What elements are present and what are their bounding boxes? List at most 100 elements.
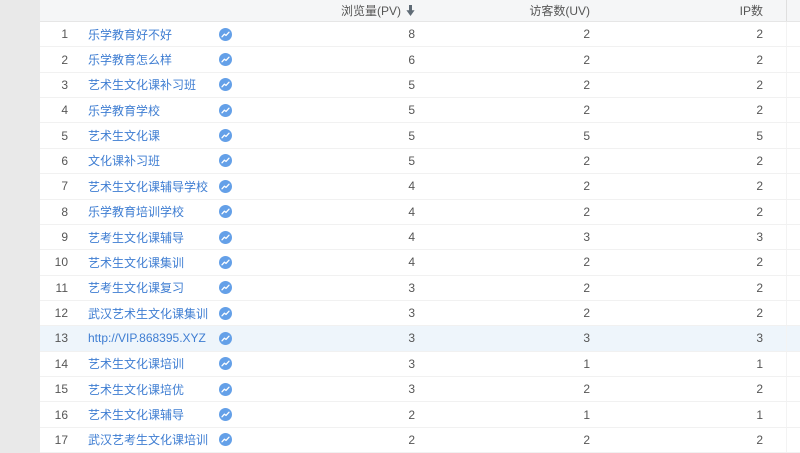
pv-value: 6: [237, 53, 415, 67]
trend-chart-icon[interactable]: [219, 129, 232, 142]
pv-header-label: 浏览量(PV): [341, 2, 401, 19]
keyword-link[interactable]: 艺术生文化课培训: [88, 357, 184, 371]
keyword-link[interactable]: 武汉艺考生文化课培训: [88, 433, 208, 447]
column-divider: [763, 174, 787, 198]
table-row: 13 http://VIP.868395.XYZ 3 3 3: [40, 326, 800, 351]
ip-value: 2: [590, 255, 763, 269]
column-divider: [763, 149, 787, 173]
keyword-link[interactable]: 艺术生文化课集训: [88, 256, 184, 270]
ip-value: 3: [590, 230, 763, 244]
ip-value: 2: [590, 382, 763, 396]
keyword-link[interactable]: 艺考生文化课复习: [88, 281, 184, 295]
trend-chart-icon[interactable]: [219, 408, 232, 421]
uv-value: 2: [415, 78, 590, 92]
trend-chart-icon[interactable]: [219, 205, 232, 218]
table-row: 5 艺术生文化课 5 5 5: [40, 123, 800, 148]
ip-value: 2: [590, 205, 763, 219]
row-index: 14: [40, 357, 68, 371]
keyword-link[interactable]: 艺考生文化课辅导: [88, 231, 184, 245]
trend-chart-icon[interactable]: [219, 256, 232, 269]
ip-value: 2: [590, 103, 763, 117]
trend-chart-icon[interactable]: [219, 383, 232, 396]
table-row: 1 乐学教育好不好 8 2 2: [40, 22, 800, 47]
trend-chart-icon[interactable]: [219, 281, 232, 294]
ip-value: 1: [590, 408, 763, 422]
trend-chart-icon[interactable]: [219, 433, 232, 446]
column-divider: [763, 326, 787, 350]
column-header-uv[interactable]: 访客数(UV): [415, 2, 590, 19]
pv-value: 4: [237, 230, 415, 244]
keyword-link[interactable]: http://VIP.868395.XYZ: [88, 331, 206, 345]
table-row: 17 武汉艺考生文化课培训 2 2 2: [40, 428, 800, 453]
keyword-link[interactable]: 乐学教育怎么样: [88, 53, 172, 67]
trend-chart-icon[interactable]: [219, 154, 232, 167]
table-row: 10 艺术生文化课集训 4 2 2: [40, 250, 800, 275]
trend-chart-icon[interactable]: [219, 28, 232, 41]
column-divider: [763, 276, 787, 300]
sort-descending-icon[interactable]: [406, 5, 415, 16]
table-row: 2 乐学教育怎么样 6 2 2: [40, 47, 800, 72]
keyword-link[interactable]: 艺术生文化课辅导: [88, 408, 184, 422]
uv-value: 2: [415, 255, 590, 269]
trend-chart-icon[interactable]: [219, 357, 232, 370]
table-rows: 1 乐学教育好不好 8 2 2 2 乐学教育怎么样: [40, 22, 800, 453]
row-index: 12: [40, 306, 68, 320]
row-index: 16: [40, 408, 68, 422]
row-index: 3: [40, 78, 68, 92]
row-index: 13: [40, 331, 68, 345]
keyword-link[interactable]: 乐学教育培训学校: [88, 205, 184, 219]
search-keywords-table: 浏览量(PV) 访客数(UV) IP数 1 乐学教育好不好 8 2 2: [40, 0, 800, 453]
column-divider: [763, 0, 787, 21]
trend-chart-icon[interactable]: [219, 53, 232, 66]
trend-chart-icon[interactable]: [219, 78, 232, 91]
pv-value: 4: [237, 179, 415, 193]
trend-chart-icon[interactable]: [219, 180, 232, 193]
table-row: 7 艺术生文化课辅导学校 4 2 2: [40, 174, 800, 199]
table-row: 15 艺术生文化课培优 3 2 2: [40, 377, 800, 402]
keyword-link[interactable]: 艺术生文化课辅导学校: [88, 180, 208, 194]
table-row: 11 艺考生文化课复习 3 2 2: [40, 276, 800, 301]
keyword-link[interactable]: 乐学教育好不好: [88, 28, 172, 42]
uv-value: 2: [415, 205, 590, 219]
pv-value: 4: [237, 205, 415, 219]
row-index: 17: [40, 433, 68, 447]
row-index: 8: [40, 205, 68, 219]
column-divider: [763, 123, 787, 147]
trend-chart-icon[interactable]: [219, 307, 232, 320]
pv-value: 3: [237, 331, 415, 345]
pv-value: 3: [237, 281, 415, 295]
column-divider: [763, 200, 787, 224]
trend-chart-icon[interactable]: [219, 104, 232, 117]
row-index: 7: [40, 179, 68, 193]
trend-chart-icon[interactable]: [219, 332, 232, 345]
ip-value: 2: [590, 154, 763, 168]
pv-value: 4: [237, 255, 415, 269]
column-divider: [763, 98, 787, 122]
uv-value: 1: [415, 408, 590, 422]
uv-value: 2: [415, 306, 590, 320]
ip-value: 2: [590, 281, 763, 295]
uv-value: 3: [415, 331, 590, 345]
row-index: 10: [40, 255, 68, 269]
column-divider: [763, 47, 787, 71]
pv-value: 5: [237, 154, 415, 168]
keyword-link[interactable]: 艺术生文化课补习班: [88, 78, 196, 92]
keyword-link[interactable]: 艺术生文化课培优: [88, 383, 184, 397]
keyword-link[interactable]: 艺术生文化课: [88, 129, 160, 143]
ip-value: 2: [590, 179, 763, 193]
pv-value: 5: [237, 78, 415, 92]
table-row: 6 文化课补习班 5 2 2: [40, 149, 800, 174]
uv-value: 2: [415, 53, 590, 67]
ip-value: 2: [590, 433, 763, 447]
column-header-pv[interactable]: 浏览量(PV): [237, 2, 415, 19]
trend-chart-icon[interactable]: [219, 231, 232, 244]
column-header-ip[interactable]: IP数: [590, 2, 763, 19]
keyword-link[interactable]: 武汉艺术生文化课集训: [88, 307, 208, 321]
keyword-link[interactable]: 乐学教育学校: [88, 104, 160, 118]
table-row: 12 武汉艺术生文化课集训 3 2 2: [40, 301, 800, 326]
keyword-link[interactable]: 文化课补习班: [88, 154, 160, 168]
row-index: 6: [40, 154, 68, 168]
pv-value: 3: [237, 382, 415, 396]
page-background-gutter: [0, 0, 40, 453]
row-index: 5: [40, 129, 68, 143]
